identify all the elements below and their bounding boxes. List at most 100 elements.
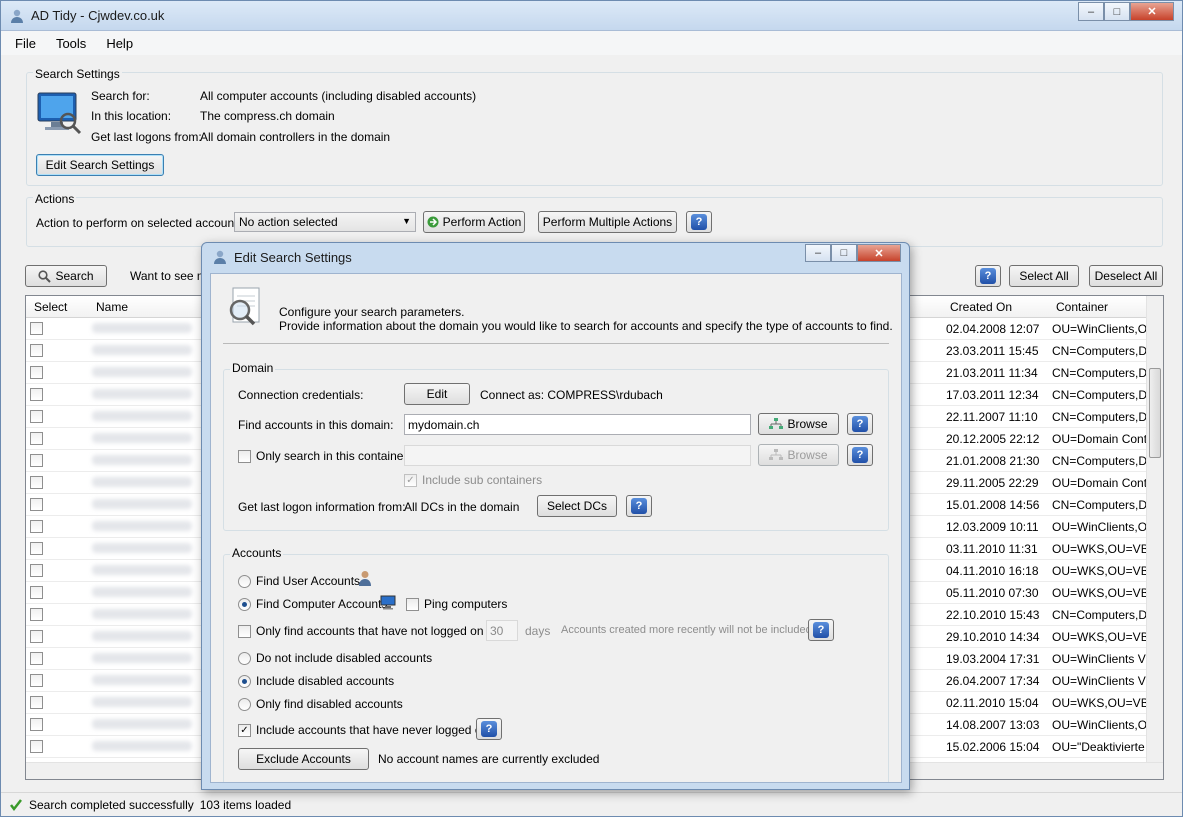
browse-domain-button[interactable]: Browse — [758, 413, 839, 435]
row-select-checkbox[interactable] — [30, 410, 43, 423]
never-logged-on-checkbox[interactable]: ✓ — [238, 724, 251, 737]
container-input[interactable] — [404, 445, 751, 466]
actions-group: Actions Action to perform on selected ac… — [26, 192, 1163, 247]
maximize-button[interactable]: □ — [1104, 2, 1130, 21]
header-created[interactable]: Created On — [950, 300, 1012, 314]
row-select-checkbox[interactable] — [30, 388, 43, 401]
row-name-blurred — [92, 477, 192, 487]
never-logged-on-help-button[interactable]: ? — [476, 718, 502, 740]
row-select-checkbox[interactable] — [30, 740, 43, 753]
dialog-close-button[interactable]: ✕ — [857, 244, 901, 262]
include-disabled-radio[interactable] — [238, 675, 251, 688]
domain-help-button[interactable]: ? — [847, 413, 873, 435]
row-select-checkbox[interactable] — [30, 476, 43, 489]
select-all-label: Select All — [1019, 269, 1069, 283]
row-container: CN=Computers,DC= — [1052, 410, 1148, 424]
only-container-checkbox[interactable] — [238, 450, 251, 463]
row-created: 17.03.2011 12:34 — [946, 388, 1039, 402]
find-computers-label: Find Computer Accounts — [256, 597, 388, 611]
row-container: OU="Deaktivierte Cl — [1052, 740, 1148, 754]
computer-search-icon — [37, 92, 82, 135]
checkmark-icon — [10, 798, 22, 811]
days-label: days — [525, 624, 551, 638]
only-disabled-radio[interactable] — [238, 698, 251, 711]
row-container: OU=WinClients VPN — [1052, 674, 1148, 688]
row-container: OU=WinClients VPN — [1052, 652, 1148, 666]
perform-action-label: Perform Action — [442, 215, 522, 229]
row-select-checkbox[interactable] — [30, 652, 43, 665]
close-button[interactable]: ✕ — [1130, 2, 1174, 21]
row-select-checkbox[interactable] — [30, 454, 43, 467]
container-help-button[interactable]: ? — [847, 444, 873, 466]
menu-help[interactable]: Help — [106, 36, 133, 51]
row-created: 15.02.2006 15:04 — [946, 740, 1040, 754]
actions-help-button[interactable]: ? — [686, 211, 712, 233]
row-created: 19.03.2004 17:31 — [946, 652, 1040, 666]
days-input[interactable]: 30 — [486, 620, 518, 641]
scroll-thumb[interactable] — [1149, 368, 1161, 458]
dialog-minimize-button[interactable]: – — [805, 244, 831, 262]
ping-computers-checkbox[interactable] — [406, 598, 419, 611]
row-select-checkbox[interactable] — [30, 630, 43, 643]
perform-action-button[interactable]: Perform Action — [423, 211, 525, 233]
row-select-checkbox[interactable] — [30, 586, 43, 599]
dialog-maximize-button[interactable]: □ — [831, 244, 857, 262]
exclude-accounts-button[interactable]: Exclude Accounts — [238, 748, 369, 770]
action-select-value: No action selected — [239, 215, 338, 229]
row-select-checkbox[interactable] — [30, 498, 43, 511]
help-icon: ? — [481, 721, 497, 737]
search-button[interactable]: Search — [25, 265, 107, 287]
not-logged-on-help-button[interactable]: ? — [808, 619, 834, 641]
menu-file[interactable]: File — [15, 36, 36, 51]
row-select-checkbox[interactable] — [30, 520, 43, 533]
dcs-help-button[interactable]: ? — [626, 495, 652, 517]
header-container[interactable]: Container — [1056, 300, 1108, 314]
credentials-label: Connection credentials: — [238, 388, 364, 402]
user-icon — [359, 571, 371, 586]
include-sub-containers-checkbox[interactable]: ✓ — [404, 474, 417, 487]
row-select-checkbox[interactable] — [30, 322, 43, 335]
find-users-radio[interactable] — [238, 575, 251, 588]
row-select-checkbox[interactable] — [30, 344, 43, 357]
logon-info-label: Get last logon information from: — [238, 500, 406, 514]
row-select-checkbox[interactable] — [30, 718, 43, 731]
header-select[interactable]: Select — [34, 300, 67, 314]
select-dcs-button[interactable]: Select DCs — [537, 495, 617, 517]
row-select-checkbox[interactable] — [30, 432, 43, 445]
row-name-blurred — [92, 367, 192, 377]
edit-search-settings-button[interactable]: Edit Search Settings — [36, 154, 164, 176]
row-select-checkbox[interactable] — [30, 674, 43, 687]
select-all-button[interactable]: Select All — [1009, 265, 1079, 287]
toolbar-help-button[interactable]: ? — [975, 265, 1001, 287]
domain-input[interactable]: mydomain.ch — [404, 414, 751, 435]
menu-tools[interactable]: Tools — [56, 36, 86, 51]
row-created: 21.03.2011 11:34 — [946, 366, 1038, 380]
row-created: 03.11.2010 11:31 — [946, 542, 1038, 556]
browse-container-label: Browse — [787, 448, 828, 462]
deselect-all-button[interactable]: Deselect All — [1089, 265, 1163, 287]
dialog-intro-line1: Configure your search parameters. — [279, 305, 465, 319]
domain-group-title: Domain — [230, 361, 276, 375]
row-select-checkbox[interactable] — [30, 542, 43, 555]
row-created: 23.03.2011 15:45 — [946, 344, 1039, 358]
browse-domain-label: Browse — [787, 417, 828, 431]
header-name[interactable]: Name — [96, 300, 128, 314]
find-computers-radio[interactable] — [238, 598, 251, 611]
row-created: 05.11.2010 07:30 — [946, 586, 1039, 600]
row-select-checkbox[interactable] — [30, 366, 43, 379]
perform-multiple-label: Perform Multiple Actions — [542, 215, 673, 229]
help-icon: ? — [813, 622, 829, 638]
credentials-edit-button[interactable]: Edit — [404, 383, 470, 405]
not-logged-on-checkbox[interactable] — [238, 625, 251, 638]
no-disabled-radio[interactable] — [238, 652, 251, 665]
row-select-checkbox[interactable] — [30, 696, 43, 709]
perform-multiple-actions-button[interactable]: Perform Multiple Actions — [538, 211, 677, 233]
row-select-checkbox[interactable] — [30, 564, 43, 577]
vertical-scrollbar[interactable] — [1146, 296, 1163, 779]
row-select-checkbox[interactable] — [30, 608, 43, 621]
browse-container-button[interactable]: Browse — [758, 444, 839, 466]
action-select[interactable]: No action selected ▼ — [234, 212, 416, 232]
app-user-icon — [11, 9, 23, 23]
minimize-button[interactable]: – — [1078, 2, 1104, 21]
help-icon: ? — [852, 416, 868, 432]
